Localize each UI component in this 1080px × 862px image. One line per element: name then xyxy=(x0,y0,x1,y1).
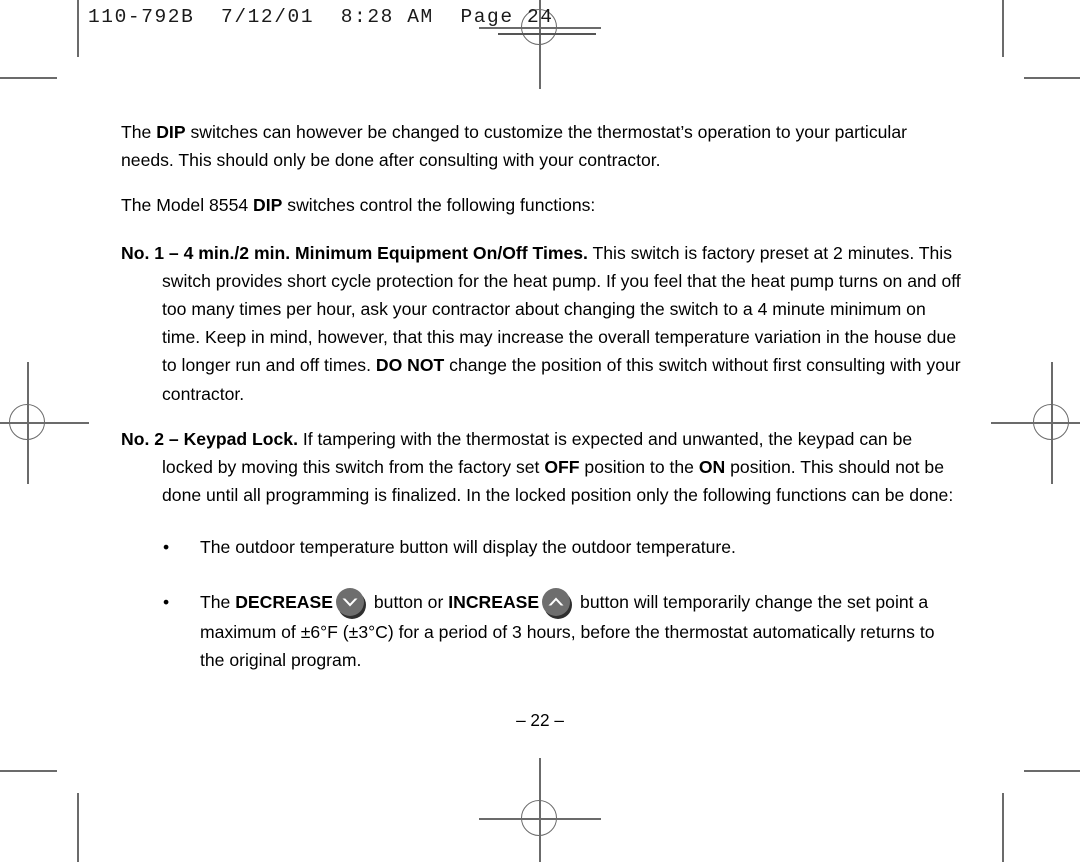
crop-mark-bottom-left-vertical xyxy=(77,793,79,862)
bold-increase: INCREASE xyxy=(448,591,540,612)
paragraph-model-functions: The Model 8554 DIP switches control the … xyxy=(121,191,963,219)
text-segment: button or xyxy=(368,591,449,612)
crop-mark-bottom-right-horizontal xyxy=(1024,770,1080,772)
crop-mark-top-right-vertical xyxy=(1002,0,1004,57)
page-number: – 22 – xyxy=(516,710,564,730)
registration-target-right xyxy=(991,362,1080,484)
paragraph-dip-switches-intro: The DIP switches can however be changed … xyxy=(121,118,963,174)
document-page: 110-792B 7/12/01 8:28 AM Page 24 The DIP… xyxy=(0,0,1080,862)
page-body: The DIP switches can however be changed … xyxy=(121,118,963,686)
text-segment: The Model 8554 xyxy=(121,195,254,216)
crop-mark-top-right-horizontal xyxy=(1024,77,1080,79)
bold-do-not: DO NOT xyxy=(375,355,445,376)
bullet-marker: • xyxy=(163,537,170,558)
bold-dip: DIP xyxy=(156,122,186,142)
chevron-up-glyph xyxy=(548,597,564,606)
registration-target-bottom xyxy=(479,758,601,862)
text-segment: switches control the following functions… xyxy=(282,195,596,216)
registration-circle xyxy=(1033,404,1069,440)
text-segment: position to the xyxy=(579,457,699,478)
chevron-down-button-icon[interactable] xyxy=(335,587,366,619)
list-item: • The DECREASE button or INCREASE button … xyxy=(121,587,963,674)
crop-mark-top-left-vertical xyxy=(77,0,79,57)
crop-mark-bottom-right-vertical xyxy=(1002,793,1004,862)
print-slug-underline xyxy=(498,33,596,35)
print-slug-line: 110-792B 7/12/01 8:28 AM Page 24 xyxy=(88,6,554,28)
chevron-down-glyph xyxy=(342,598,358,607)
numbered-item-1: No. 1 – 4 min./2 min. Minimum Equipment … xyxy=(121,239,963,408)
bold-on: ON xyxy=(698,457,726,478)
chevron-up-button-icon[interactable] xyxy=(542,587,573,619)
registration-circle xyxy=(9,404,45,440)
crop-mark-bottom-left-horizontal xyxy=(0,770,57,772)
bold-dip: DIP xyxy=(253,195,283,216)
bold-off: OFF xyxy=(544,457,580,478)
crop-mark-top-left-horizontal xyxy=(0,77,57,79)
item-1-heading: No. 1 – 4 min./2 min. Minimum Equipment … xyxy=(121,242,588,263)
list-item: • The outdoor temperature button will dis… xyxy=(121,533,963,561)
text-segment: The xyxy=(121,122,157,142)
text-segment: The xyxy=(200,591,236,612)
numbered-item-2: No. 2 – Keypad Lock. If tampering with t… xyxy=(121,425,963,510)
registration-circle xyxy=(521,800,557,836)
text-segment: switches can however be changed to custo… xyxy=(121,122,907,171)
text-segment: The outdoor temperature button will disp… xyxy=(200,537,736,558)
bold-decrease: DECREASE xyxy=(235,591,333,612)
bullet-marker: • xyxy=(163,591,170,612)
registration-target-left xyxy=(0,362,89,484)
item-2-heading: No. 2 – Keypad Lock. xyxy=(121,428,298,449)
